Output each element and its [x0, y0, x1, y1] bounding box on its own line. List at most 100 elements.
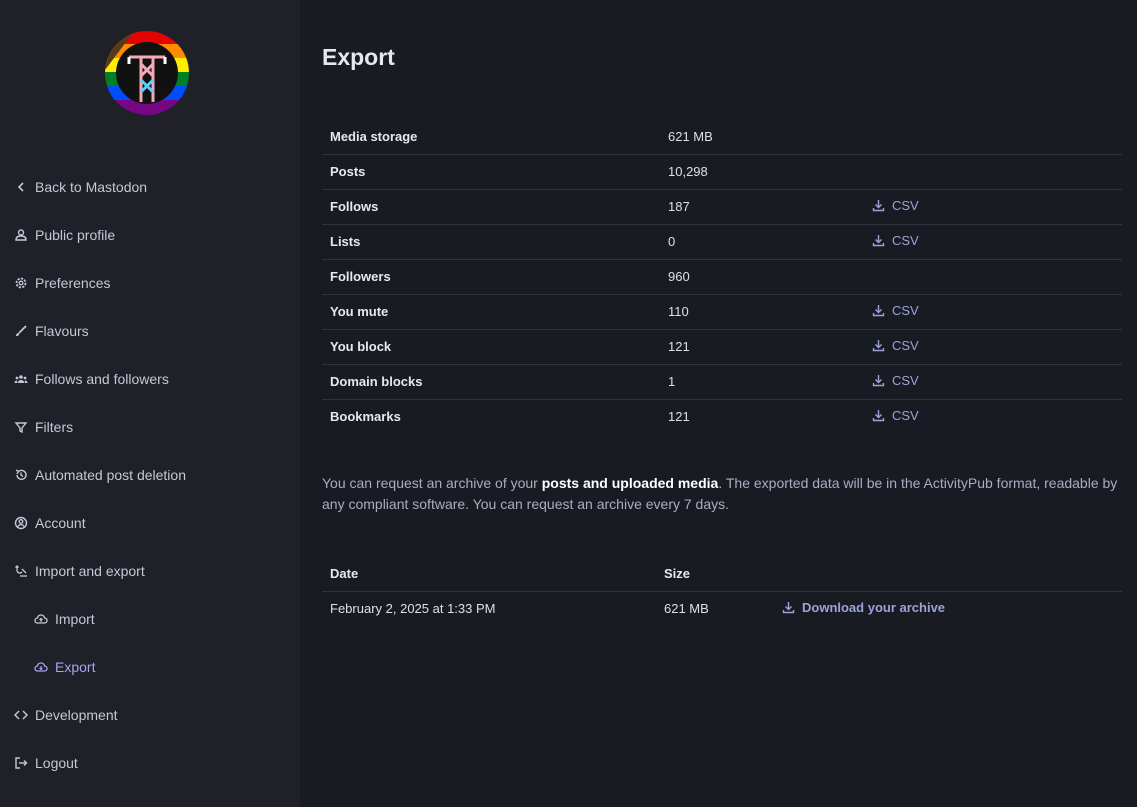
nav-account[interactable]: Account [14, 511, 86, 535]
stat-label: Bookmarks [330, 409, 401, 425]
stats-row: You block 121 CSV [322, 329, 1122, 365]
nav-label: Development [35, 707, 118, 723]
csv-download-link[interactable]: CSV [872, 233, 919, 248]
code-icon [14, 708, 28, 722]
stat-csv-cell: CSV [864, 364, 1122, 400]
stat-csv-cell [864, 154, 1122, 190]
csv-label: CSV [892, 303, 919, 318]
stat-value: 960 [660, 259, 864, 295]
download-archive-link[interactable]: Download your archive [782, 600, 945, 615]
nav-label: Import and export [35, 563, 145, 579]
date-column-header: Date [322, 557, 656, 592]
sync-alt-icon [14, 564, 28, 578]
account-circle-icon [14, 516, 28, 530]
stat-csv-cell: CSV [864, 224, 1122, 260]
download-archive-label: Download your archive [802, 600, 946, 616]
nav-label: Filters [35, 419, 74, 435]
stat-label: Followers [322, 259, 660, 295]
nav-automated-post-deletion[interactable]: Automated post deletion [14, 463, 186, 487]
stats-row: Follows 187 CSV [322, 189, 1122, 225]
nav-label: Public profile [35, 227, 116, 243]
group-icon [14, 372, 28, 386]
stat-label: Posts [322, 154, 660, 190]
csv-download-link[interactable]: CSV [872, 373, 919, 388]
nav-label: Account [35, 515, 86, 531]
stat-value: 621 MB [660, 119, 864, 155]
nav-label: Flavours [35, 323, 89, 339]
export-stats-table: Media storage 621 MB Posts 10,298 Follows 187… [322, 119, 1122, 434]
stats-row: Bookmarks 121 CSV [322, 399, 1122, 434]
csv-download-link[interactable]: CSV [872, 338, 919, 353]
csv-label: CSV [892, 408, 919, 424]
nav-public-profile[interactable]: Public profile [14, 223, 115, 247]
csv-label: CSV [892, 338, 919, 353]
download-icon [872, 235, 885, 247]
stat-csv-cell [864, 119, 1122, 155]
cloud-download-icon [34, 660, 48, 674]
stat-value: 110 [660, 294, 864, 330]
csv-download-link[interactable]: CSV [872, 198, 919, 213]
nav-import[interactable]: Import [34, 607, 95, 631]
stats-row: You mute 110 CSV [322, 294, 1122, 330]
download-icon [872, 410, 885, 422]
stat-csv-cell: CSV [864, 189, 1122, 225]
download-icon [872, 340, 885, 352]
archives-table: Date Size February 2, 2025 at 1:33 PM 62… [322, 557, 1122, 626]
nav-back-to-mastodon[interactable]: Back to Mastodon [14, 175, 147, 199]
archive-size: 621 MB [664, 601, 709, 617]
stats-row: Posts 10,298 [322, 154, 1122, 190]
archive-text-strong: posts and uploaded media [541, 475, 719, 491]
instance-logo[interactable] [105, 30, 189, 116]
nav-logout[interactable]: Logout [14, 751, 78, 775]
nav-label: Automated post deletion [35, 467, 186, 483]
stat-value: 1 [660, 364, 864, 400]
download-icon [872, 200, 885, 212]
nav-label: Import [55, 611, 95, 627]
nav-label: Follows and followers [35, 371, 169, 387]
stat-label: Follows [322, 189, 660, 225]
stat-label: Domain blocks [322, 364, 660, 400]
nav-label: Back to Mastodon [35, 179, 148, 195]
stat-value: 187 [660, 189, 864, 225]
nav-preferences[interactable]: Preferences [14, 271, 110, 295]
stat-label: Media storage [322, 119, 660, 155]
archive-row: February 2, 2025 at 1:33 PM 621 MB Downl… [322, 591, 1122, 626]
nav-label: Preferences [35, 275, 111, 291]
action-column-header [774, 557, 1122, 592]
nav-filters[interactable]: Filters [14, 415, 73, 439]
size-column-header: Size [656, 557, 774, 592]
stat-csv-cell: CSV [864, 294, 1122, 330]
stat-label: You mute [322, 294, 660, 330]
stat-value: 121 [660, 329, 864, 365]
archive-text-before: You can request an archive of your [322, 475, 542, 491]
stat-value: 121 [668, 409, 690, 425]
stats-row: Followers 960 [322, 259, 1122, 295]
csv-label: CSV [892, 198, 919, 213]
stat-label: You block [322, 329, 660, 365]
nav-flavours[interactable]: Flavours [14, 319, 89, 343]
nav-development[interactable]: Development [14, 703, 118, 727]
nav-label: Logout [35, 755, 78, 771]
csv-download-link[interactable]: CSV [872, 408, 919, 423]
archive-date: February 2, 2025 at 1:33 PM [330, 601, 496, 617]
stats-row: Domain blocks 1 CSV [322, 364, 1122, 400]
cloud-upload-icon [34, 612, 48, 626]
nav-export[interactable]: Export [34, 655, 95, 679]
csv-label: CSV [892, 233, 919, 248]
download-icon [872, 305, 885, 317]
page-title: Export [322, 44, 395, 70]
csv-label: CSV [892, 373, 919, 388]
nav-follows-and-followers[interactable]: Follows and followers [14, 367, 169, 391]
history-icon [14, 468, 28, 482]
filter-icon [14, 420, 28, 434]
nav-label: Export [55, 659, 96, 675]
brush-icon [14, 324, 28, 338]
stat-csv-cell: CSV [864, 329, 1122, 365]
download-icon [872, 375, 885, 387]
nav-import-and-export[interactable]: Import and export [14, 559, 145, 583]
person-icon [14, 228, 28, 242]
stats-row: Media storage 621 MB [322, 119, 1122, 155]
csv-download-link[interactable]: CSV [872, 303, 919, 318]
stat-csv-cell: CSV [864, 399, 1122, 434]
stats-row: Lists 0 CSV [322, 224, 1122, 260]
